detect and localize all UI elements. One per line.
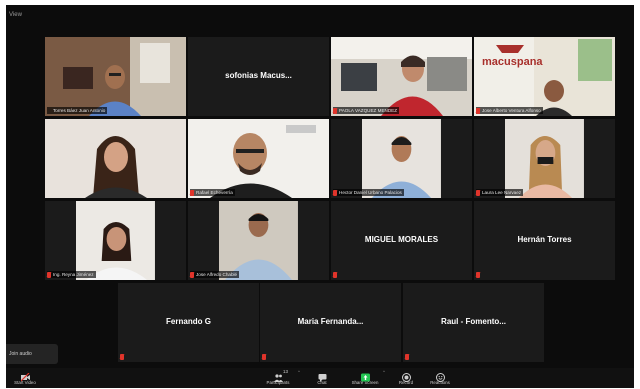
participant-tile[interactable]: Laura Lee Narvaez <box>474 119 615 198</box>
participant-name: Hernán Torres <box>517 235 572 244</box>
mic-muted-icon <box>476 190 480 196</box>
record-icon <box>401 369 411 382</box>
chat-button[interactable]: Chat <box>305 369 339 387</box>
participant-name-label: PAOLA VAZQUEZ MENDEZ <box>333 107 400 114</box>
mic-muted-icon <box>333 108 337 114</box>
participant-tile[interactable]: Jose Alfredo Chablé <box>188 201 329 280</box>
brand-logo-text: macuspana <box>482 56 543 68</box>
reactions-icon <box>435 369 445 382</box>
participant-name: Fernando G <box>166 317 211 326</box>
mic-muted-icon <box>190 190 194 196</box>
participant-video <box>505 119 584 198</box>
participant-name-label: Ing. Reyna Jiménez <box>47 271 96 278</box>
reactions-button[interactable]: Reactions <box>423 369 457 387</box>
participant-count: 13 <box>283 369 288 374</box>
participant-tile[interactable]: macuspana Jose Alberto Ventura Alfonso <box>474 37 615 116</box>
participant-tile[interactable]: Maria Fernanda... <box>260 283 401 362</box>
participant-video <box>219 201 298 280</box>
participant-tile[interactable] <box>45 119 186 198</box>
share-screen-icon <box>360 369 370 382</box>
zoom-meeting-window: View Torres Báez Juan Antonio sofonias M… <box>6 5 634 388</box>
participant-tile[interactable]: Ing. Reyna Jiménez <box>45 201 186 280</box>
participant-name-label: Jose Alberto Ventura Alfonso <box>476 107 543 114</box>
video-off-icon <box>20 369 30 382</box>
participant-video <box>45 37 186 116</box>
participant-video <box>45 119 186 198</box>
meeting-toolbar: Start Video 13 Participants ^ Chat Share… <box>6 368 634 388</box>
chevron-up-icon[interactable]: ^ <box>298 369 300 374</box>
participant-name: sofonias Macus... <box>225 71 292 80</box>
mic-muted-icon <box>333 190 337 196</box>
record-button[interactable]: Record <box>389 369 423 387</box>
share-screen-button[interactable]: Share Screen <box>348 369 382 387</box>
participant-name: Raul - Fomento... <box>441 317 506 326</box>
mic-muted-icon <box>190 272 194 278</box>
participant-name-label: Jose Alfredo Chablé <box>190 271 240 278</box>
participants-button[interactable]: 13 Participants <box>261 369 295 387</box>
mic-muted-icon <box>476 272 480 278</box>
participant-tile[interactable]: Fernando G <box>118 283 259 362</box>
participant-name-label: Hector Daniel Urbano Palacios <box>333 189 404 196</box>
join-audio-button[interactable]: Join audio <box>6 344 58 364</box>
participant-tile[interactable]: Hernán Torres <box>474 201 615 280</box>
participant-video <box>362 119 441 198</box>
participant-tile[interactable]: sofonias Macus... <box>188 37 329 116</box>
participant-tile[interactable]: Raul - Fomento... <box>403 283 544 362</box>
mic-muted-icon <box>476 108 480 114</box>
participant-name: MIGUEL MORALES <box>364 235 439 244</box>
mic-muted-icon <box>262 354 266 360</box>
start-video-button[interactable]: Start Video <box>8 369 42 387</box>
participants-icon <box>273 369 283 382</box>
participant-tile[interactable]: MIGUEL MORALES <box>331 201 472 280</box>
participant-name-label: Rafael Echeverría <box>190 189 235 196</box>
participant-video <box>331 37 472 116</box>
participant-name-label: Torres Báez Juan Antonio <box>47 107 108 114</box>
participant-tile[interactable]: Hector Daniel Urbano Palacios <box>331 119 472 198</box>
participant-video <box>188 119 329 198</box>
participant-tile[interactable]: Torres Báez Juan Antonio <box>45 37 186 116</box>
mic-muted-icon <box>47 272 51 278</box>
participant-name: Maria Fernanda... <box>297 317 364 326</box>
participant-name-label: Laura Lee Narvaez <box>476 189 524 196</box>
mic-muted-icon <box>333 272 337 278</box>
view-label[interactable]: View <box>9 12 22 18</box>
mic-muted-icon <box>405 354 409 360</box>
participant-video: macuspana <box>474 37 615 116</box>
participant-tile[interactable]: Rafael Echeverría <box>188 119 329 198</box>
top-bar: View <box>6 5 634 27</box>
join-audio-label: Join audio <box>9 351 32 357</box>
participant-video <box>76 201 155 280</box>
chevron-up-icon[interactable]: ^ <box>383 369 385 374</box>
mic-muted-icon <box>120 354 124 360</box>
chat-icon <box>318 369 327 382</box>
participant-tile[interactable]: PAOLA VAZQUEZ MENDEZ <box>331 37 472 116</box>
